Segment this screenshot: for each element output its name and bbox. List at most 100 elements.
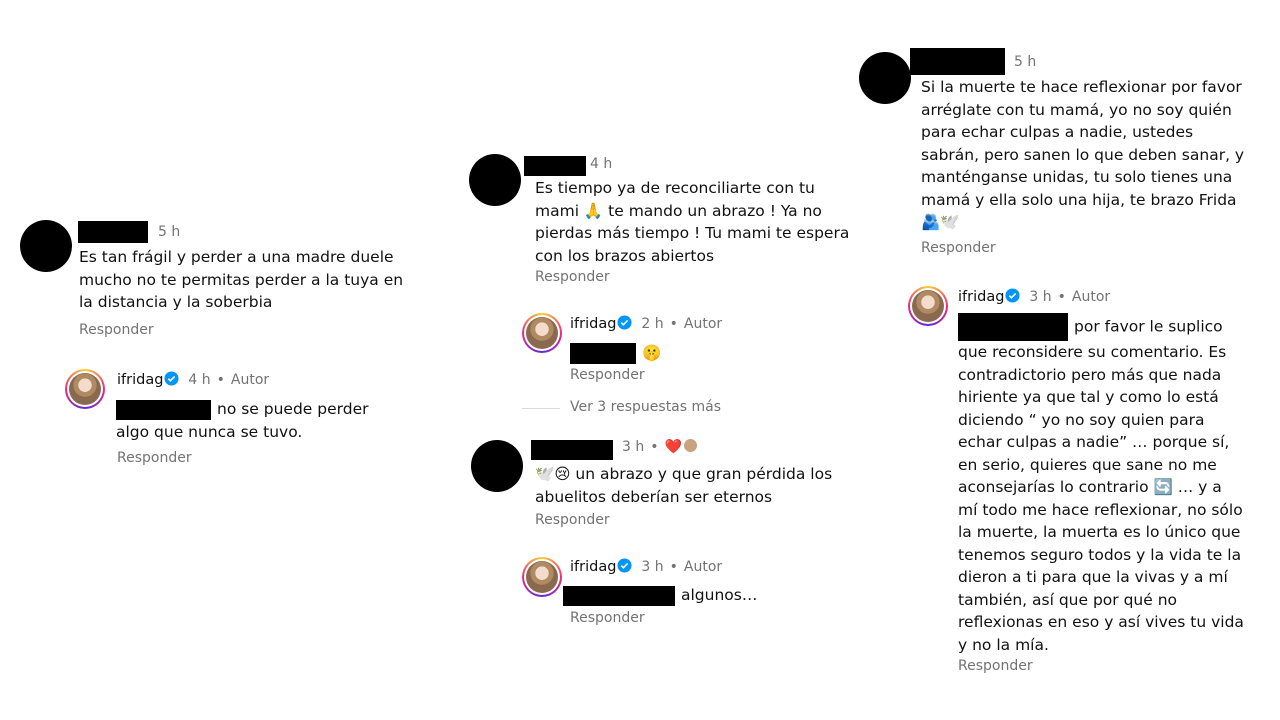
reply-time: 3 h — [1029, 289, 1052, 305]
reply-button[interactable]: Responder — [535, 269, 610, 285]
separator-dot: • — [669, 559, 678, 575]
reply-line: la muerte, la muerta es lo único que — [958, 523, 1241, 541]
reply-line: reflexionas en eso y así vives tu vida — [958, 613, 1244, 631]
comment-meta: 3 h • ❤️ — [622, 439, 697, 455]
comment-line: mucho no te permitas perder a la tuya en — [79, 270, 404, 289]
reply-line: 🤫 — [570, 342, 770, 365]
reply-time: 2 h — [641, 316, 664, 332]
reply-button[interactable]: Responder — [570, 610, 645, 626]
redacted-username — [910, 48, 1005, 75]
comment-line: para echar culpas a nadie, ustedes — [921, 123, 1194, 141]
comment-line: la distancia y la soberbia — [79, 293, 273, 311]
comment-line: abuelitos deberían ser eternos — [535, 487, 773, 506]
reply-line: que reconsidere su comentario. Es — [958, 343, 1227, 361]
reply-time: 3 h — [641, 559, 664, 575]
reply-line: en serio, quieres que sane no me — [958, 455, 1217, 474]
reply-meta: ifridag 3 h • Autor — [958, 288, 1110, 305]
heart-icon: ❤️ — [664, 439, 682, 455]
verified-badge-icon — [617, 315, 632, 330]
reply-time: 4 h — [188, 372, 211, 388]
comment-line: mamá y ella solo una hija, te brazo Frid… — [921, 190, 1237, 209]
avatar[interactable] — [20, 220, 72, 272]
author-tag: Autor — [683, 559, 723, 575]
reply-line: algo que nunca se tuvo. — [116, 422, 303, 441]
reply-button[interactable]: Responder — [117, 450, 192, 466]
verified-badge-icon — [1005, 288, 1020, 303]
redacted-mention — [116, 399, 211, 420]
author-username[interactable]: ifridag — [570, 559, 616, 575]
reply-line: tenemos seguro todos y la vida te la — [958, 545, 1242, 564]
reply-line: mí todo me hace reflexionar, no sólo — [958, 500, 1243, 519]
redacted-username — [524, 156, 586, 176]
comment-line: arréglate con tu mamá, yo no soy quién — [921, 100, 1232, 119]
avatar[interactable] — [859, 52, 911, 104]
comment-line: 🫂🕊️ — [921, 213, 960, 231]
comment-time: 3 h — [622, 439, 645, 455]
reply-text: por favor le suplico que reconsidere su … — [958, 313, 1258, 656]
avatar[interactable] — [469, 154, 521, 206]
separator-dot: • — [669, 316, 678, 332]
verified-badge-icon — [164, 371, 179, 386]
author-username[interactable]: ifridag — [958, 289, 1004, 305]
view-more-replies-button[interactable]: Ver 3 respuestas más — [570, 399, 721, 415]
author-avatar[interactable] — [522, 313, 562, 353]
comment-line: Si la muerte te hace reflexionar por fav… — [921, 78, 1242, 96]
reply-button[interactable]: Responder — [921, 240, 996, 256]
author-avatar[interactable] — [65, 369, 105, 409]
reply-line: hiriente ya que tal y como lo está — [958, 388, 1219, 406]
reply-line: dieron a ti para que la vivas y a mí — [958, 568, 1228, 586]
verified-badge-icon — [617, 558, 632, 573]
reply-line: no se puede perder — [116, 398, 416, 421]
comment-line: mami 🙏 te mando un abrazo ! Ya no — [535, 201, 822, 220]
comment-text: Es tiempo ya de reconciliarte con tu mam… — [535, 177, 865, 267]
author-avatar[interactable] — [522, 557, 562, 597]
redacted-mention — [570, 343, 636, 364]
reply-line: aconsejarías lo contrario 🔄 … y a — [958, 478, 1222, 496]
reply-line: por favor le suplico — [958, 313, 1258, 341]
redacted-username — [531, 440, 613, 460]
reply-button[interactable]: Responder — [79, 322, 154, 338]
author-username[interactable]: ifridag — [570, 316, 616, 332]
redacted-mention — [958, 313, 1068, 341]
comment-line: con los brazos abiertos — [535, 246, 715, 265]
comment-line: pierdas más tiempo ! Tu mami te espera — [535, 224, 850, 242]
author-tag: Autor — [230, 372, 270, 388]
reply-button[interactable]: Responder — [535, 512, 610, 528]
reply-text: 🤫 — [570, 342, 770, 365]
comment-line: sabrán, pero sanen lo que deben sanar, y — [921, 145, 1245, 164]
separator-dot: • — [216, 372, 225, 388]
comment-text: Es tan frágil y perder a una madre duele… — [79, 246, 439, 314]
reply-button[interactable]: Responder — [570, 367, 645, 383]
reply-text: algunos… — [563, 584, 823, 607]
comment-text: 🕊️😢 un abrazo y que gran pérdida los abu… — [535, 463, 855, 508]
reply-meta: ifridag 3 h • Autor — [570, 558, 722, 575]
reply-line: echar culpas a nadie” … porque sí, — [958, 433, 1230, 451]
reply-meta: ifridag 4 h • Autor — [117, 371, 269, 388]
more-replies-divider — [522, 408, 560, 409]
comment-line: 🕊️😢 un abrazo y que gran pérdida los — [535, 465, 833, 483]
reply-line: contradictorio pero más que nada — [958, 365, 1222, 384]
separator-dot: • — [650, 439, 659, 455]
avatar[interactable] — [471, 440, 523, 492]
author-tag: Autor — [1071, 289, 1111, 305]
comment-line: Es tan frágil y perder a una madre duele — [79, 248, 394, 266]
comment-time: 5 h — [1014, 54, 1037, 70]
reply-button[interactable]: Responder — [958, 658, 1033, 674]
redacted-mention — [563, 585, 675, 606]
comment-text: Si la muerte te hace reflexionar por fav… — [921, 76, 1266, 234]
comment-time: 5 h — [158, 224, 181, 240]
comment-line: manténganse unidas, tu solo tienes una — [921, 168, 1233, 186]
reply-text: no se puede perder algo que nunca se tuv… — [116, 398, 416, 443]
comment-line: Es tiempo ya de reconciliarte con tu — [535, 179, 815, 197]
redacted-username — [78, 221, 148, 243]
author-avatar[interactable] — [908, 286, 948, 326]
author-username[interactable]: ifridag — [117, 372, 163, 388]
liker-avatar — [683, 439, 697, 452]
author-tag: Autor — [683, 316, 723, 332]
reply-line: y no la mía. — [958, 635, 1049, 654]
separator-dot: • — [1057, 289, 1066, 305]
reply-line: también, así que por qué no — [958, 590, 1178, 609]
reply-line: algunos… — [563, 584, 823, 607]
reply-line: diciendo “ yo no soy quien para — [958, 410, 1205, 429]
comment-time: 4 h — [590, 156, 613, 172]
